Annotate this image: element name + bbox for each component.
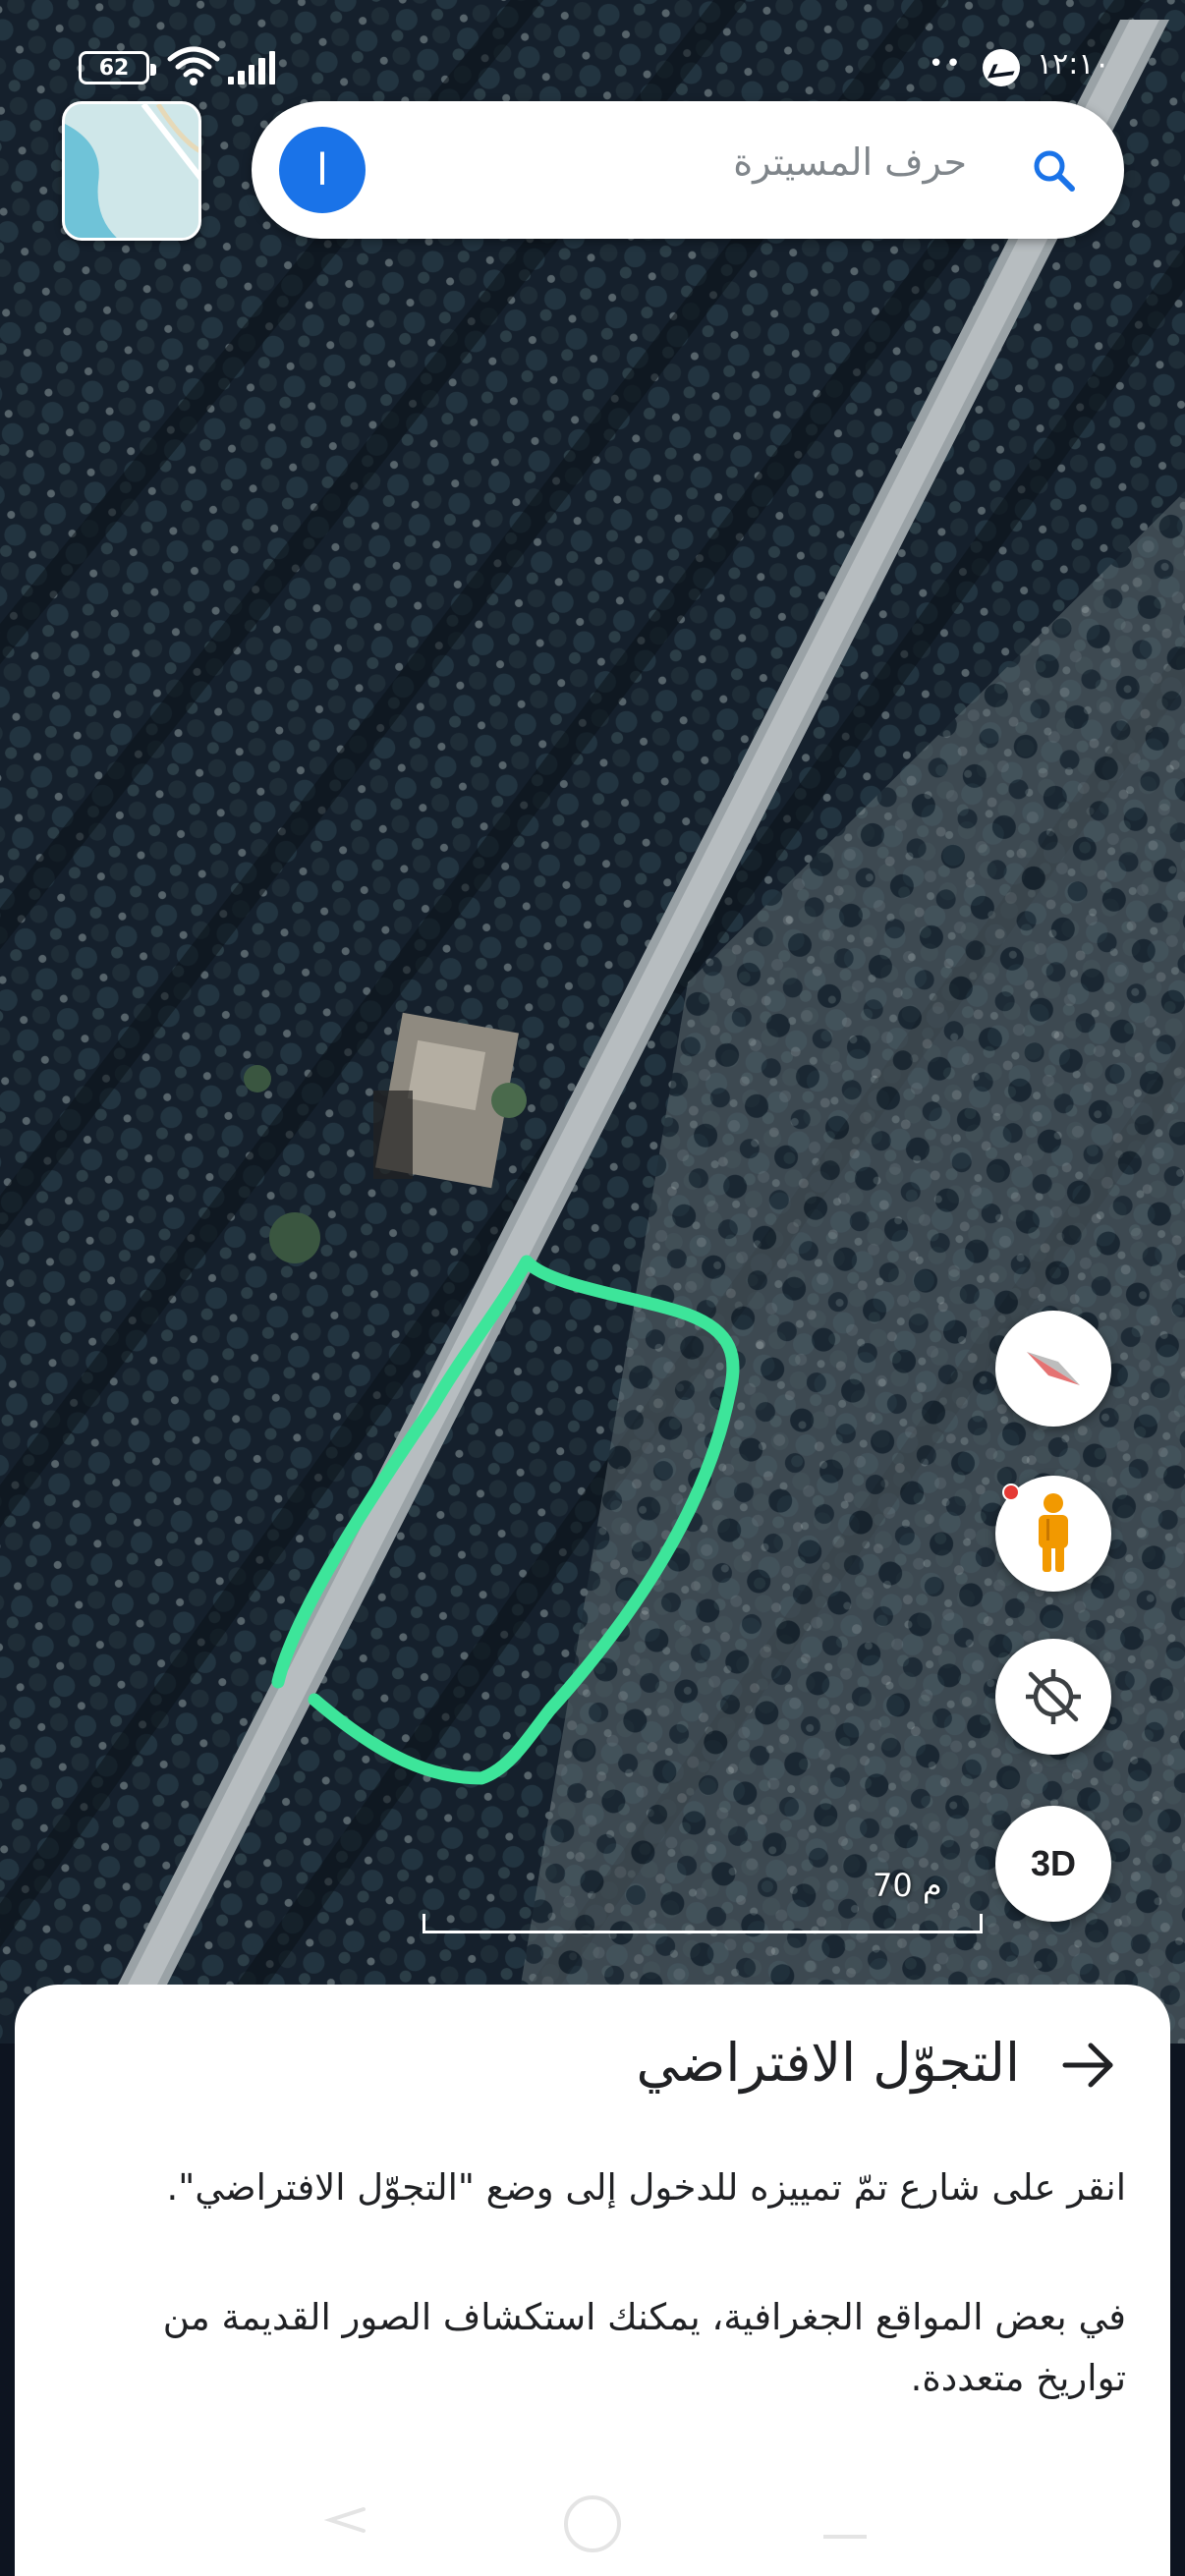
sheet-description: انقر على شارع تمّ تمييزه للدخول إلى وضع … xyxy=(166,2166,1126,2209)
search-icon[interactable] xyxy=(1030,146,1077,194)
sheet-history-note: في بعض المواقع الجغرافية، يمكنك استكشاف … xyxy=(162,2296,1126,2399)
compass-button[interactable] xyxy=(995,1311,1111,1427)
location-off-icon xyxy=(1026,1669,1081,1724)
3d-button[interactable]: 3D xyxy=(995,1806,1111,1922)
sheet-title: التجوّل الافتراضي xyxy=(636,2032,1020,2094)
pegman-icon xyxy=(1039,1493,1068,1572)
account-avatar[interactable]: ا xyxy=(279,127,366,213)
search-input[interactable]: حرف المسيترة xyxy=(733,140,967,184)
scale-bar xyxy=(423,1914,983,1933)
clock: ١٢:١٠ xyxy=(1037,47,1110,82)
nav-home-icon[interactable] xyxy=(564,2495,621,2552)
notification-dot xyxy=(1002,1484,1020,1501)
battery-indicator: 62 xyxy=(79,51,156,84)
signal-icon xyxy=(228,49,276,84)
wifi-icon xyxy=(167,46,220,85)
nav-recent-icon[interactable] xyxy=(823,2511,867,2539)
satellite-imagery xyxy=(0,0,1185,2044)
notification-dots: •• xyxy=(929,49,963,79)
search-bar[interactable]: ا حرف المسيترة xyxy=(252,101,1124,239)
my-location-button[interactable] xyxy=(995,1639,1111,1755)
satellite-map[interactable] xyxy=(0,0,1185,2044)
messenger-icon xyxy=(983,49,1020,86)
scale-label: 70 م xyxy=(873,1867,942,1904)
map-layers-button[interactable] xyxy=(62,101,201,241)
battery-level: 62 xyxy=(98,55,130,81)
nav-back-icon[interactable] xyxy=(324,2505,367,2535)
arrow-forward-icon[interactable] xyxy=(1057,2034,1120,2097)
compass-icon xyxy=(1027,1352,1080,1385)
map-layers-icon xyxy=(65,104,198,238)
